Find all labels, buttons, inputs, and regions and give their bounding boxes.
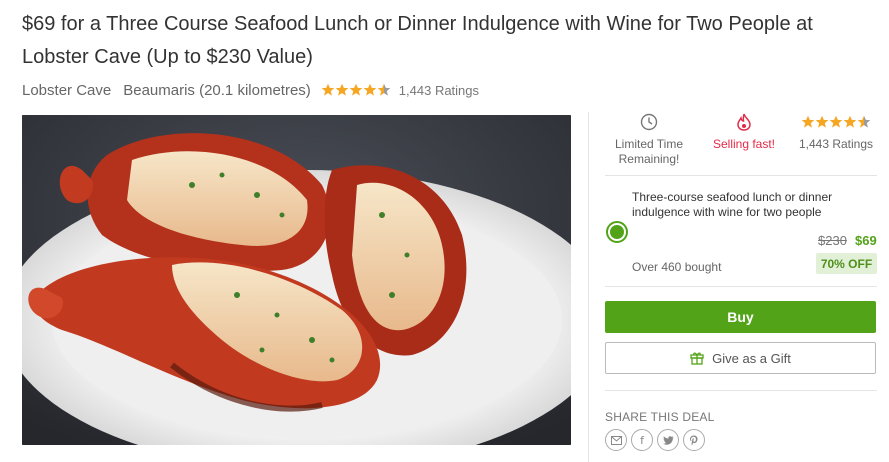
- twitter-icon[interactable]: [657, 429, 679, 451]
- bought-count: Over 460 bought: [632, 260, 722, 274]
- limited-time-line2: Remaining!: [618, 152, 680, 166]
- clock-icon: [640, 112, 658, 132]
- star-icon: [349, 83, 363, 96]
- facebook-icon[interactable]: f: [631, 429, 653, 451]
- column-divider: [588, 112, 589, 462]
- half-star-icon: [377, 83, 391, 96]
- half-star-icon: [857, 115, 871, 128]
- selling-fast-label: Selling fast!: [712, 137, 776, 151]
- deal-photo[interactable]: [22, 115, 571, 445]
- star-icon: [363, 83, 377, 96]
- give-as-gift-label: Give as a Gift: [712, 350, 791, 366]
- limited-time-badge: Limited Time Remaining!: [605, 112, 693, 172]
- star-icon: [321, 83, 335, 96]
- star-icon: [335, 83, 349, 96]
- star-icon: [815, 115, 829, 128]
- deal-price: $69: [855, 233, 877, 248]
- ratings-badge[interactable]: 1,443 Ratings: [795, 112, 877, 172]
- location-link[interactable]: Beaumaris (20.1 kilometres): [123, 82, 311, 99]
- share-icons: f: [605, 429, 709, 451]
- option-radio[interactable]: [606, 221, 628, 243]
- share-label: SHARE THIS DEAL: [605, 410, 715, 424]
- merchant-link[interactable]: Lobster Cave: [22, 82, 111, 99]
- limited-time-line1: Limited Time: [614, 137, 684, 151]
- pinterest-icon[interactable]: [683, 429, 705, 451]
- star-icon: [801, 115, 815, 128]
- flame-icon: [736, 112, 752, 132]
- star-icon: [843, 115, 857, 128]
- buy-button[interactable]: Buy: [605, 301, 876, 333]
- discount-badge: 70% OFF: [816, 253, 877, 274]
- option-title: Three-course seafood lunch or dinner ind…: [632, 190, 833, 219]
- selling-fast-badge: Selling fast!: [704, 112, 784, 172]
- email-icon[interactable]: [605, 429, 627, 451]
- lobster-tails-photo: [22, 115, 571, 445]
- star-rating-small: [801, 112, 871, 132]
- star-icon: [829, 115, 843, 128]
- deal-meta: Lobster Cave Beaumaris (20.1 kilometres)…: [22, 80, 479, 100]
- ratings-badge-label: 1,443 Ratings: [798, 137, 874, 151]
- give-as-gift-button[interactable]: Give as a Gift: [605, 342, 876, 374]
- deal-title: $69 for a Three Course Seafood Lunch or …: [22, 13, 813, 68]
- gift-icon: [690, 352, 704, 365]
- deal-option[interactable]: Three-course seafood lunch or dinner ind…: [605, 175, 877, 287]
- share-divider: [605, 390, 877, 391]
- original-price: $230: [818, 233, 847, 248]
- deal-badges: Limited Time Remaining! Selling fast! 1,…: [605, 112, 877, 172]
- radio-selected-dot: [610, 225, 624, 239]
- ratings-count[interactable]: 1,443 Ratings: [399, 83, 479, 98]
- star-rating: [321, 83, 391, 97]
